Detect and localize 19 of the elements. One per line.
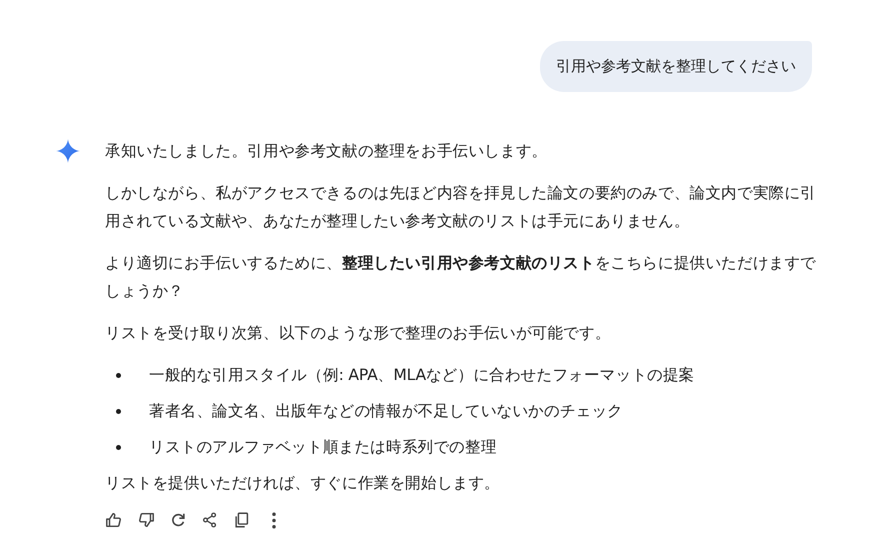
more-icon bbox=[272, 512, 276, 528]
bullet-icon bbox=[116, 444, 121, 450]
list-item: 一般的な引用スタイル（例: APA、MLAなど）に合わせたフォーマットの提案 bbox=[149, 365, 695, 386]
response-paragraph: リストを受け取り次第、以下のような形で整理のお手伝いが可能です。 bbox=[105, 323, 612, 344]
response-paragraph: しかしながら、私がアクセスできるのは先ほど内容を拝見した論文の要約のみで、論文内で実際に引用されている文献や、あなたが整理したい参考文献のリストは手元にありません。 bbox=[105, 183, 817, 232]
sparkle-icon bbox=[56, 139, 80, 163]
thumbs-down-button[interactable] bbox=[137, 511, 155, 529]
bullet-icon bbox=[116, 408, 121, 414]
refresh-button[interactable] bbox=[169, 511, 187, 529]
response-paragraph: リストを提供いただければ、すぐに作業を開始します。 bbox=[105, 473, 502, 494]
bullet-icon bbox=[116, 372, 121, 378]
user-message: 引用や参考文献を整理してください bbox=[540, 41, 812, 92]
response-paragraph: より適切にお手伝いするために、整理したい引用や参考文献のリストをこちらに提供いただけますでしょうか？ bbox=[105, 253, 817, 302]
list-item: リストのアルファベット順または時系列での整理 bbox=[149, 437, 497, 458]
thumbs-up-button[interactable] bbox=[105, 511, 123, 529]
list-item: 著者名、論文名、出版年などの情報が不足していないかのチェック bbox=[149, 401, 624, 422]
share-button[interactable] bbox=[201, 511, 219, 529]
response-paragraph: 承知いたしました。引用や参考文献の整理をお手伝いします。 bbox=[105, 141, 548, 162]
copy-button[interactable] bbox=[233, 511, 251, 529]
